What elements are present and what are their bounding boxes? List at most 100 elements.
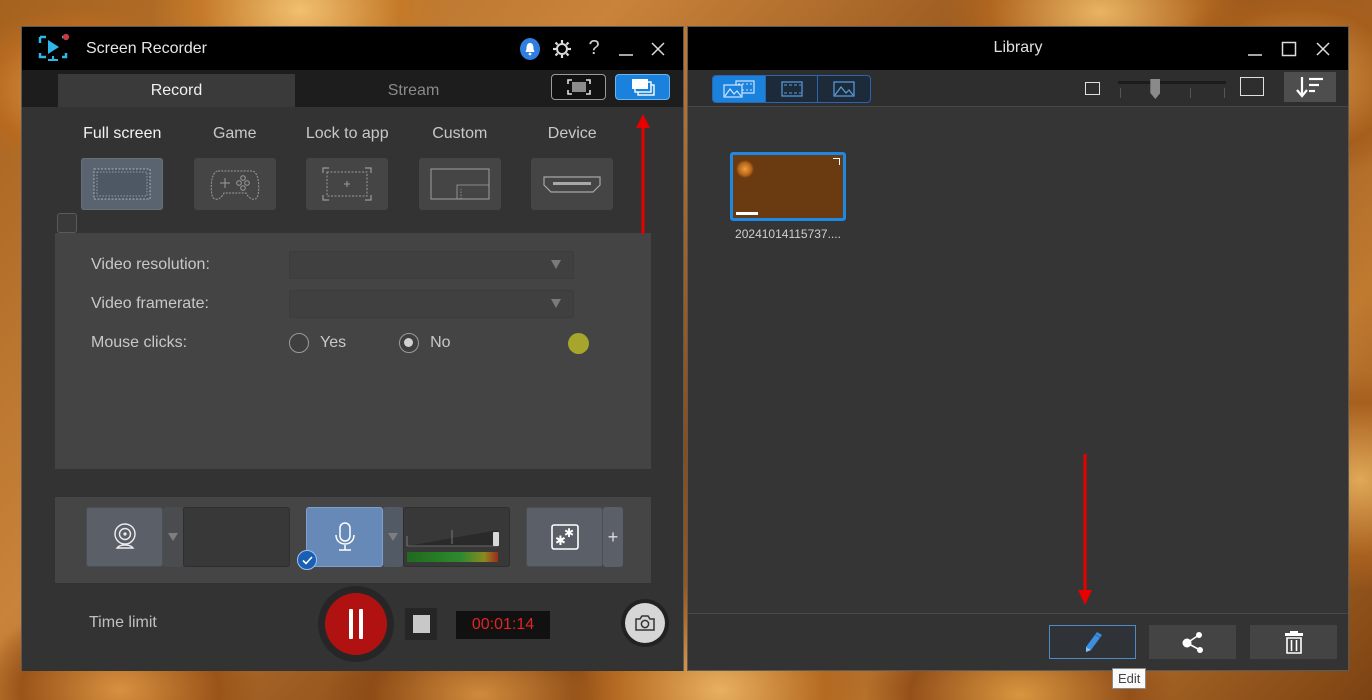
- capture-mode-device[interactable]: Device: [516, 125, 629, 210]
- volume-slider-thumb: [493, 532, 499, 546]
- library-view-filter: [712, 75, 871, 103]
- time-limit-checkbox[interactable]: [57, 213, 77, 233]
- close-icon[interactable]: [647, 38, 669, 60]
- add-effect-button[interactable]: +: [603, 507, 623, 567]
- chevron-down-icon: [551, 260, 561, 269]
- edit-button[interactable]: [1049, 625, 1136, 659]
- pause-icon-bar: [359, 609, 363, 639]
- small-thumbnail-icon[interactable]: [1085, 82, 1100, 95]
- video-resolution-dropdown[interactable]: [289, 251, 574, 279]
- maximize-icon[interactable]: [1278, 38, 1300, 60]
- microphone-toggle-button[interactable]: [306, 507, 383, 567]
- screenshot-button[interactable]: [625, 603, 665, 643]
- video-view-icon: [780, 81, 803, 97]
- webcam-icon: [113, 523, 136, 549]
- custom-region-icon: [430, 168, 490, 200]
- capture-mode-lock-to-app[interactable]: Lock to app: [291, 125, 404, 210]
- capture-mode-label: Custom: [432, 125, 488, 142]
- capture-mode-custom[interactable]: Custom: [404, 125, 517, 210]
- image-view-icon: [833, 81, 855, 97]
- library-window: Library 20241014115737....: [687, 26, 1349, 671]
- fullscreen-mode-button[interactable]: [551, 74, 606, 100]
- capture-mode-game[interactable]: Game: [179, 125, 292, 210]
- video-framerate-dropdown[interactable]: [289, 290, 574, 318]
- library-item-thumbnail: [730, 152, 846, 221]
- recorder-tab-bar: Record Stream: [22, 70, 683, 107]
- recording-settings-panel: Video resolution: Video framerate: Mouse…: [55, 233, 651, 469]
- library-toolbar: [688, 70, 1348, 107]
- svg-text:✱: ✱: [564, 526, 574, 540]
- mouse-clicks-label: Mouse clicks:: [91, 334, 188, 351]
- sort-button[interactable]: [1284, 72, 1336, 102]
- settings-gear-icon[interactable]: [551, 38, 573, 60]
- mouse-clicks-no-radio[interactable]: No: [399, 333, 451, 353]
- tab-stream[interactable]: Stream: [295, 74, 532, 107]
- webcam-toggle-button[interactable]: [86, 507, 163, 567]
- full-screen-icon: [93, 168, 151, 200]
- chevron-down-icon: [388, 533, 398, 541]
- edit-tooltip: Edit: [1112, 668, 1147, 689]
- image-view-button[interactable]: [818, 76, 870, 102]
- hdmi-device-icon: [543, 176, 601, 193]
- video-resolution-label: Video resolution:: [91, 256, 210, 273]
- annotation-arrow-down: [1078, 454, 1092, 605]
- capture-mode-list: Full screen Game Lock to app Custom Devi…: [66, 125, 629, 210]
- capture-mode-label: Game: [212, 125, 257, 142]
- capture-mode-label: Lock to app: [305, 125, 389, 142]
- webcam-dropdown-button[interactable]: [163, 507, 183, 567]
- chevron-down-icon: [168, 533, 178, 541]
- microphone-dropdown-button[interactable]: [383, 507, 403, 567]
- all-media-view-icon: [723, 80, 755, 98]
- minimize-icon[interactable]: [1244, 38, 1266, 60]
- effects-button[interactable]: ✱ ✱: [526, 507, 603, 567]
- notification-bell-icon[interactable]: [519, 37, 541, 60]
- video-view-button[interactable]: [766, 76, 819, 102]
- library-mode-icon: [631, 79, 655, 96]
- tab-record[interactable]: Record: [58, 74, 295, 107]
- share-icon: [1182, 632, 1203, 653]
- slider-thumb[interactable]: [1150, 79, 1161, 99]
- fullscreen-mode-icon: [566, 79, 591, 95]
- share-button[interactable]: [1149, 625, 1236, 659]
- pause-button-ring: [318, 586, 394, 662]
- trash-icon: [1284, 631, 1303, 654]
- mouse-clicks-yes-radio[interactable]: Yes: [289, 333, 346, 353]
- capture-mode-full-screen[interactable]: Full screen: [66, 125, 179, 210]
- library-item[interactable]: 20241014115737....: [730, 152, 846, 241]
- annotation-arrow-up: [636, 114, 650, 234]
- radio-checked: [399, 333, 420, 353]
- radio-label-no: No: [430, 334, 451, 351]
- library-content: 20241014115737....: [688, 107, 1348, 613]
- capture-mode-label: Full screen: [83, 125, 162, 142]
- library-action-bar: [688, 613, 1348, 669]
- microphone-enabled-check-icon: [297, 550, 317, 570]
- help-icon[interactable]: ?: [583, 37, 605, 60]
- radio-unchecked: [289, 333, 309, 353]
- radio-label-yes: Yes: [320, 334, 347, 351]
- minimize-icon[interactable]: [615, 38, 637, 60]
- delete-button[interactable]: [1250, 625, 1337, 659]
- library-titlebar: Library: [688, 27, 1348, 70]
- gamepad-icon: [210, 170, 259, 200]
- recorder-titlebar: Screen Recorder ?: [22, 27, 683, 70]
- video-resolution-row: Video resolution:: [91, 251, 574, 279]
- video-framerate-row: Video framerate:: [91, 290, 574, 318]
- capture-mode-label: Device: [547, 125, 597, 142]
- library-mode-button[interactable]: [615, 74, 670, 100]
- microphone-level-meter[interactable]: [403, 507, 510, 567]
- app-title: Screen Recorder: [86, 39, 207, 57]
- close-icon[interactable]: [1312, 38, 1334, 60]
- pause-button[interactable]: [325, 593, 387, 655]
- thumbnail-size-slider[interactable]: [1118, 77, 1226, 101]
- chevron-down-icon: [551, 299, 561, 308]
- lock-to-app-icon: [322, 167, 372, 201]
- large-thumbnail-icon[interactable]: [1240, 77, 1264, 96]
- effects-icon: ✱✱: [550, 524, 579, 550]
- all-media-view-button[interactable]: [713, 76, 766, 102]
- click-color-picker[interactable]: [567, 332, 589, 354]
- camera-icon: [635, 615, 655, 631]
- stop-button[interactable]: [405, 608, 437, 640]
- recording-timer: 00:01:14: [456, 611, 550, 639]
- plus-icon: +: [607, 526, 619, 547]
- pencil-icon: [1085, 632, 1102, 652]
